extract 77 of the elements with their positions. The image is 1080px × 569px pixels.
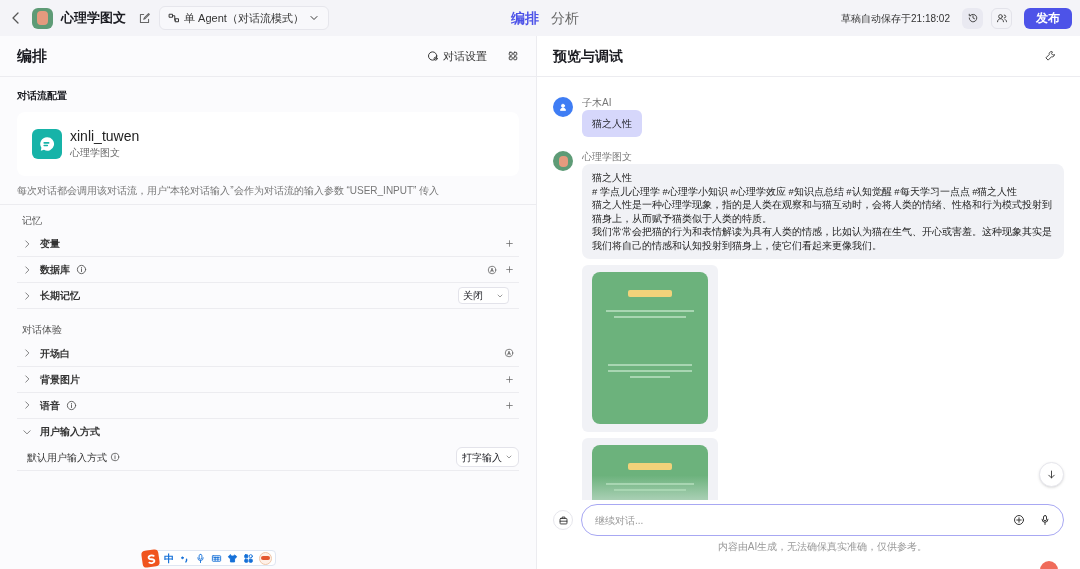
memory-dropdown[interactable]: 关闭: [458, 287, 509, 305]
auto-icon[interactable]: [487, 264, 497, 275]
keyboard-icon[interactable]: [211, 552, 222, 564]
row-label: 开场白: [40, 346, 70, 361]
row-label: 数据库: [40, 263, 70, 278]
expand-icon[interactable]: [22, 374, 32, 384]
grid-icon[interactable]: [507, 50, 519, 62]
settings-row[interactable]: 背景图片: [17, 366, 519, 393]
add-icon[interactable]: [505, 374, 514, 384]
settings-row[interactable]: 长期记忆 关闭: [17, 283, 519, 310]
sender-name: 心理学图文: [582, 151, 632, 162]
flow-icon: [168, 12, 180, 24]
bot-avatar: [553, 151, 573, 171]
settings-row[interactable]: 开场白: [17, 340, 519, 367]
row-label: 语音: [40, 398, 60, 413]
group-title: 对话体验: [21, 323, 63, 338]
row-label: 默认用户输入方式: [27, 450, 107, 465]
publish-button[interactable]: 发布: [1024, 7, 1072, 29]
auto-icon[interactable]: [504, 348, 514, 358]
input-mode-toggle[interactable]: 中: [164, 550, 174, 566]
mascot-icon[interactable]: [259, 551, 272, 565]
config-note: 每次对话都会调用该对话流，用户“本轮对话输入”会作为对话流的输入参数 “USER_INPUT” 传入: [0, 183, 536, 205]
settings-row[interactable]: 变量: [17, 231, 519, 258]
users-icon: [995, 12, 1008, 24]
tab[interactable]: 编排: [511, 8, 539, 29]
panel-title: 编排: [17, 45, 47, 66]
shirt-icon[interactable]: [227, 552, 238, 564]
add-attachment-icon[interactable]: [1013, 514, 1025, 526]
autosave-status: 草稿自动保存于21:18:02: [841, 11, 950, 26]
panel-title: 预览与调试: [553, 46, 623, 66]
message-text: # 学点儿心理学 #心理学小知识 #心理学效应 #知识点总结 #认知觉醒 #每天学习一点点 #猫之人性: [592, 184, 1019, 198]
expand-icon[interactable]: [22, 400, 32, 410]
arrow-down-icon: [1046, 469, 1057, 480]
expand-icon[interactable]: [22, 348, 32, 358]
settings-row[interactable]: 语音: [17, 392, 519, 419]
row-label: 长期记忆: [40, 289, 80, 304]
message-text: 猫之人性是一种心理学现象，指的是人类在观察和与猫互动时，会将人类的情绪、性格和行为模式投射到猫身上，从而赋予猫类似于人类的特质。: [592, 198, 1053, 225]
chat-bubble-icon: [32, 129, 62, 159]
apps-icon[interactable]: [243, 552, 254, 564]
row-label: 用户输入方式: [40, 425, 100, 439]
app-name: 心理学图文: [61, 9, 126, 28]
sender-name: 子木AI: [582, 97, 612, 108]
mode-dropdown[interactable]: 单 Agent（对话流模式）: [159, 6, 329, 30]
workflow-description: 心理学图文: [70, 146, 121, 160]
briefcase-icon: [557, 514, 569, 526]
section-title: 对话流配置: [16, 89, 68, 103]
chat-input-field[interactable]: 继续对话...: [581, 504, 1064, 536]
row-label: 变量: [40, 237, 60, 252]
expand-icon[interactable]: [22, 264, 32, 275]
wrench-icon[interactable]: [1044, 50, 1056, 62]
message-text: 我们常常会把猫的行为和表情解读为具有人类的情感，比如认为猫在生气、开心或害羞。这种现象其实是我们将自己的情感和认知投射到猫身上，使它们看起来更像我们。: [592, 225, 1053, 252]
app-logo-icon: [32, 7, 53, 29]
edit-icon[interactable]: [138, 11, 151, 25]
chat-settings-button[interactable]: 对话设置: [427, 47, 487, 65]
message-text: 猫之人性: [592, 171, 633, 185]
input-mode-dropdown[interactable]: 打字输入: [456, 447, 519, 467]
message-bubble: 猫之人性: [582, 110, 642, 137]
row-label: 背景图片: [40, 372, 80, 387]
history-button[interactable]: [962, 7, 983, 29]
microphone-icon[interactable]: [1039, 514, 1051, 526]
history-icon: [966, 12, 979, 24]
expand-icon[interactable]: [22, 238, 32, 249]
tab[interactable]: 分析: [551, 8, 579, 29]
add-icon[interactable]: [505, 239, 514, 249]
add-icon[interactable]: [505, 265, 514, 275]
disclaimer-text: 内容由AI生成，无法确保真实准确，仅供参考。: [716, 540, 929, 554]
caret-icon: [505, 453, 513, 461]
scroll-down-button[interactable]: [1039, 462, 1064, 487]
settings-icon: [427, 50, 439, 62]
expand-icon[interactable]: [22, 290, 32, 301]
settings-row[interactable]: 用户输入方式: [17, 418, 519, 445]
user-icon: [558, 102, 568, 112]
group-title: 记忆: [21, 214, 43, 228]
workflow-name: xinli_tuwen: [70, 128, 140, 145]
collaborators-button[interactable]: [991, 7, 1012, 29]
settings-row[interactable]: 数据库: [17, 257, 519, 284]
add-icon[interactable]: [505, 400, 514, 410]
